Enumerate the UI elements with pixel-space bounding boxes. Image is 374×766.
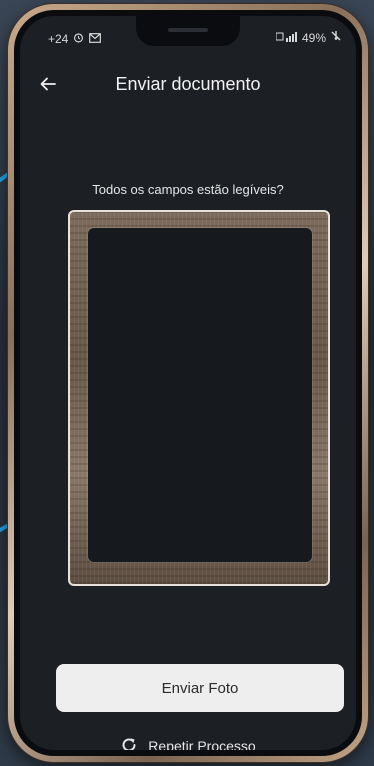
refresh-icon	[120, 736, 138, 750]
retry-process-button[interactable]: Repetir Processo	[20, 732, 356, 750]
mute-icon	[330, 30, 342, 45]
mail-icon	[89, 32, 102, 46]
alarm-icon	[73, 32, 84, 46]
app-header: Enviar documento	[20, 68, 356, 104]
status-right: 49%	[275, 30, 342, 45]
phone-frame: +24 49% Enviar documento Todos os campos…	[8, 4, 368, 762]
document-photo-preview	[68, 210, 330, 586]
send-photo-button[interactable]: Enviar Foto	[56, 664, 344, 712]
page-title: Enviar documento	[115, 74, 261, 94]
document-image	[88, 228, 312, 562]
status-bar: +24 49%	[20, 16, 356, 56]
camera-notch	[136, 16, 240, 46]
status-time: +24	[48, 32, 69, 46]
retry-process-label: Repetir Processo	[148, 738, 256, 750]
phone-bezel: +24 49% Enviar documento Todos os campos…	[14, 10, 362, 756]
speaker-grille	[168, 28, 208, 32]
status-left: +24	[48, 32, 102, 46]
battery-level: 49%	[301, 30, 326, 45]
app-screen: +24 49% Enviar documento Todos os campos…	[20, 16, 356, 750]
legibility-prompt: Todos os campos estão legíveis?	[92, 182, 284, 197]
signal-icon	[275, 31, 298, 45]
